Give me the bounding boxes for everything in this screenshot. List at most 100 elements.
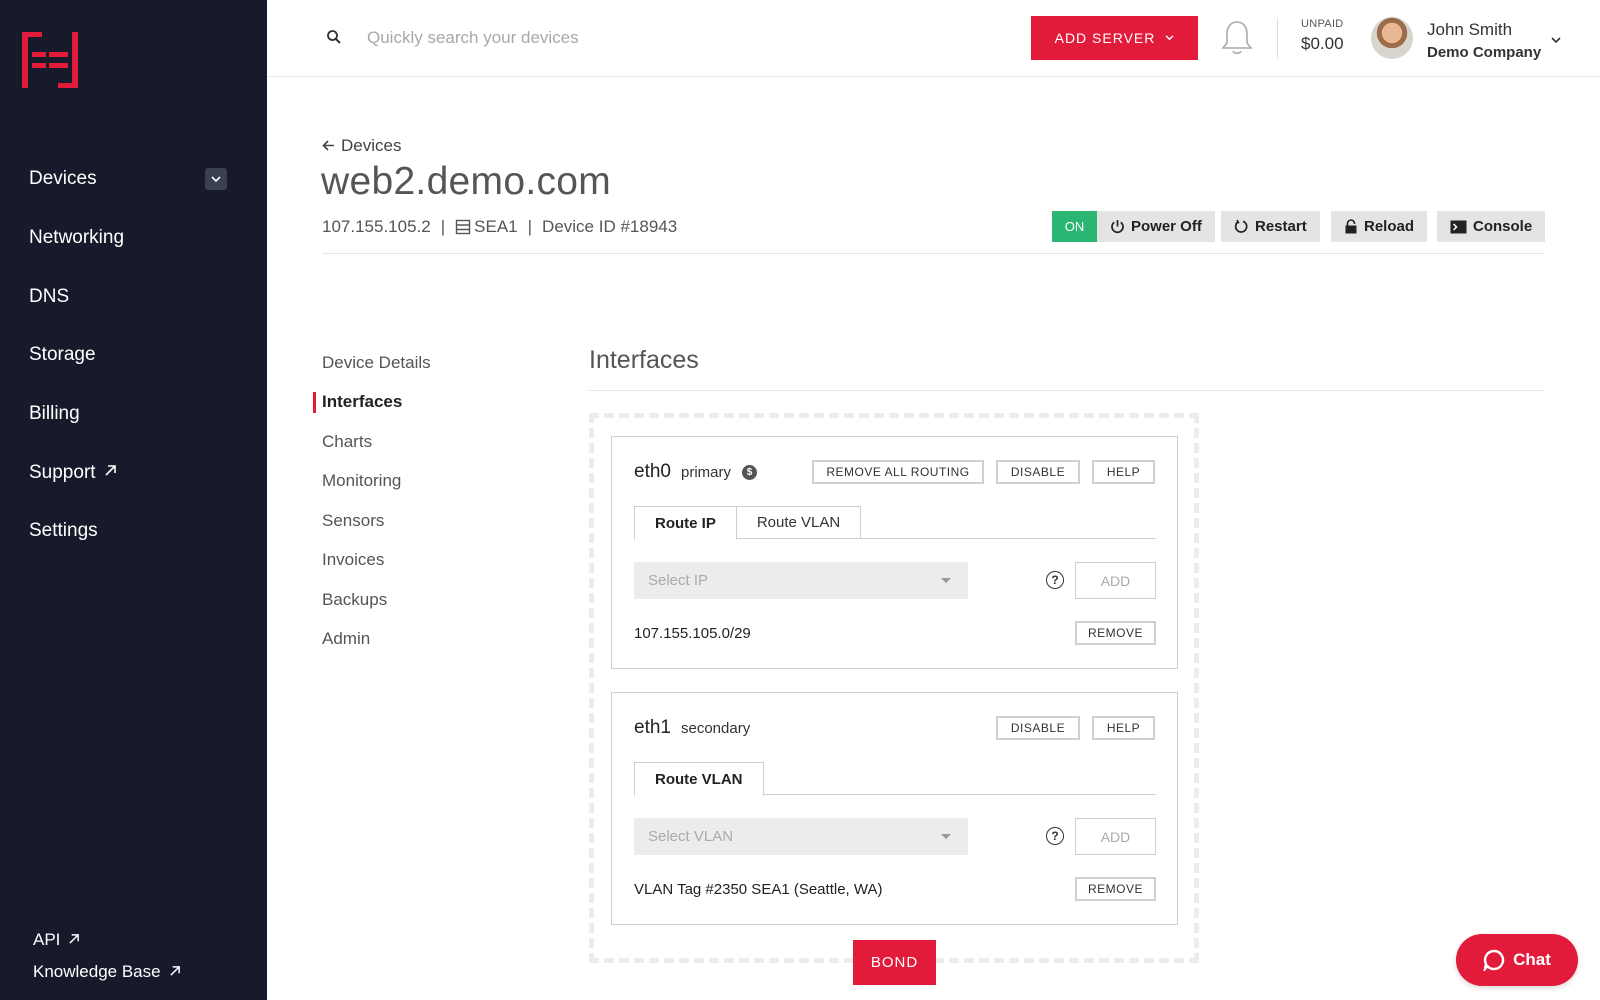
bell-icon[interactable] [1220,19,1254,62]
device-location: SEA1 [474,217,518,236]
add-server-button[interactable]: ADD SERVER [1031,16,1198,60]
subnav-monitoring[interactable]: Monitoring [322,462,431,502]
power-controls: ON Power Off [1052,211,1215,242]
sidebar-item-dns[interactable]: DNS [0,267,267,326]
subnav-device-details[interactable]: Device Details [322,343,431,383]
console-button[interactable]: Console [1437,211,1546,242]
disable-button[interactable]: DISABLE [996,460,1080,484]
unpaid-label: UNPAID [1301,18,1344,30]
header-divider [1277,18,1278,58]
interface-card-eth1: eth1 secondary DISABLE HELP Route VLAN S… [611,692,1178,925]
meta-separator: | [440,217,446,236]
chevron-down-icon [1165,33,1174,44]
hivelocity-logo[interactable] [22,32,78,88]
server-icon [455,219,471,235]
sidebar-item-label: Support [29,461,96,483]
power-off-label: Power Off [1131,218,1202,235]
device-id: Device ID #18943 [542,217,678,236]
subnav-backups[interactable]: Backups [322,580,431,620]
terminal-icon [1450,220,1467,234]
meta-separator: | [527,217,533,236]
search-icon [326,29,342,50]
add-button[interactable]: ADD [1075,562,1156,599]
add-button[interactable]: ADD [1075,818,1156,855]
chevron-down-icon[interactable] [1551,31,1561,49]
unpaid-balance[interactable]: UNPAID $0.00 [1301,18,1344,54]
sidebar-item-label: Devices [29,168,97,190]
reload-button[interactable]: Reload [1331,211,1428,242]
user-name: John Smith [1427,20,1513,39]
top-header: ADD SERVER UNPAID $0.00 John Smith Demo … [267,0,1600,77]
knowledge-base-label: Knowledge Base [33,962,161,981]
api-link-label: API [33,930,61,949]
search-input[interactable] [367,22,767,54]
dollar-icon: $ [742,464,757,480]
external-link-icon [68,932,80,949]
subnav-sensors[interactable]: Sensors [322,501,431,541]
tab-route-ip[interactable]: Route IP [634,506,737,540]
chevron-down-icon[interactable] [205,168,227,190]
bond-button[interactable]: BOND [853,940,936,985]
select-vlan-dropdown[interactable]: Select VLAN [634,818,968,855]
add-server-label: ADD SERVER [1054,30,1156,46]
api-link[interactable]: API [33,930,181,950]
help-button[interactable]: HELP [1092,460,1155,484]
divider [322,253,1545,254]
sidebar-footer-links: API Knowledge Base [33,918,181,982]
lock-icon [1344,219,1358,234]
route-tabs: Route IP Route VLAN [634,506,1156,540]
tab-route-vlan[interactable]: Route VLAN [634,762,764,796]
power-off-button[interactable]: Power Off [1097,211,1215,242]
question-icon[interactable]: ? [1046,571,1064,589]
chat-button[interactable]: Chat [1456,934,1578,986]
knowledge-base-link[interactable]: Knowledge Base [33,962,181,982]
disable-button[interactable]: DISABLE [996,716,1080,740]
help-button[interactable]: HELP [1092,716,1155,740]
external-link-icon [104,464,117,482]
restart-icon [1234,219,1249,234]
chat-label: Chat [1513,950,1551,969]
sidebar-item-support[interactable]: Support [0,443,267,502]
sidebar-item-label: Networking [29,227,125,249]
remove-button[interactable]: REMOVE [1075,621,1156,645]
status-badge: ON [1052,211,1097,242]
user-company: Demo Company [1427,44,1542,61]
sidebar-item-billing[interactable]: Billing [0,385,267,444]
sidebar-item-label: DNS [29,285,70,307]
sidebar-item-devices[interactable]: Devices [0,150,267,209]
interface-name: eth0 [634,461,671,482]
sidebar: Devices Networking DNS Storage Billing S… [0,0,267,1000]
remove-button[interactable]: REMOVE [1075,877,1156,901]
divider [589,390,1545,391]
device-subnav: Device Details Interfaces Charts Monitor… [313,343,431,660]
sidebar-item-networking[interactable]: Networking [0,209,267,268]
user-menu[interactable]: John Smith Demo Company [1427,20,1541,61]
arrow-left-icon [322,138,335,155]
reload-label: Reload [1364,218,1415,235]
question-icon[interactable]: ? [1046,827,1064,845]
route-entry: VLAN Tag #2350 SEA1 (Seattle, WA) [634,881,883,898]
console-label: Console [1473,218,1533,235]
interface-header: eth0 primary $ [634,461,757,483]
section-title: Interfaces [589,346,699,374]
restart-button[interactable]: Restart [1221,211,1320,242]
tab-route-vlan[interactable]: Route VLAN [735,506,862,539]
sidebar-item-settings[interactable]: Settings [0,502,267,561]
subnav-charts[interactable]: Charts [322,422,431,462]
subnav-admin[interactable]: Admin [322,620,431,660]
route-tabs: Route VLAN [634,762,1156,796]
restart-label: Restart [1255,218,1307,235]
remove-all-routing-button[interactable]: REMOVE ALL ROUTING [812,460,984,484]
subnav-interfaces[interactable]: Interfaces [313,383,431,423]
select-placeholder: Select IP [648,572,709,589]
sidebar-nav: Devices Networking DNS Storage Billing S… [0,150,267,561]
breadcrumb[interactable]: Devices [322,136,401,156]
avatar[interactable] [1371,17,1413,59]
sidebar-item-storage[interactable]: Storage [0,326,267,385]
interface-header: eth1 secondary [634,717,750,739]
power-icon [1110,219,1125,234]
select-ip-dropdown[interactable]: Select IP [634,562,968,599]
interface-card-eth0: eth0 primary $ REMOVE ALL ROUTING DISABL… [611,436,1178,669]
device-meta: 107.155.105.2 | SEA1 | Device ID #18943 [322,217,677,237]
subnav-invoices[interactable]: Invoices [322,541,431,581]
